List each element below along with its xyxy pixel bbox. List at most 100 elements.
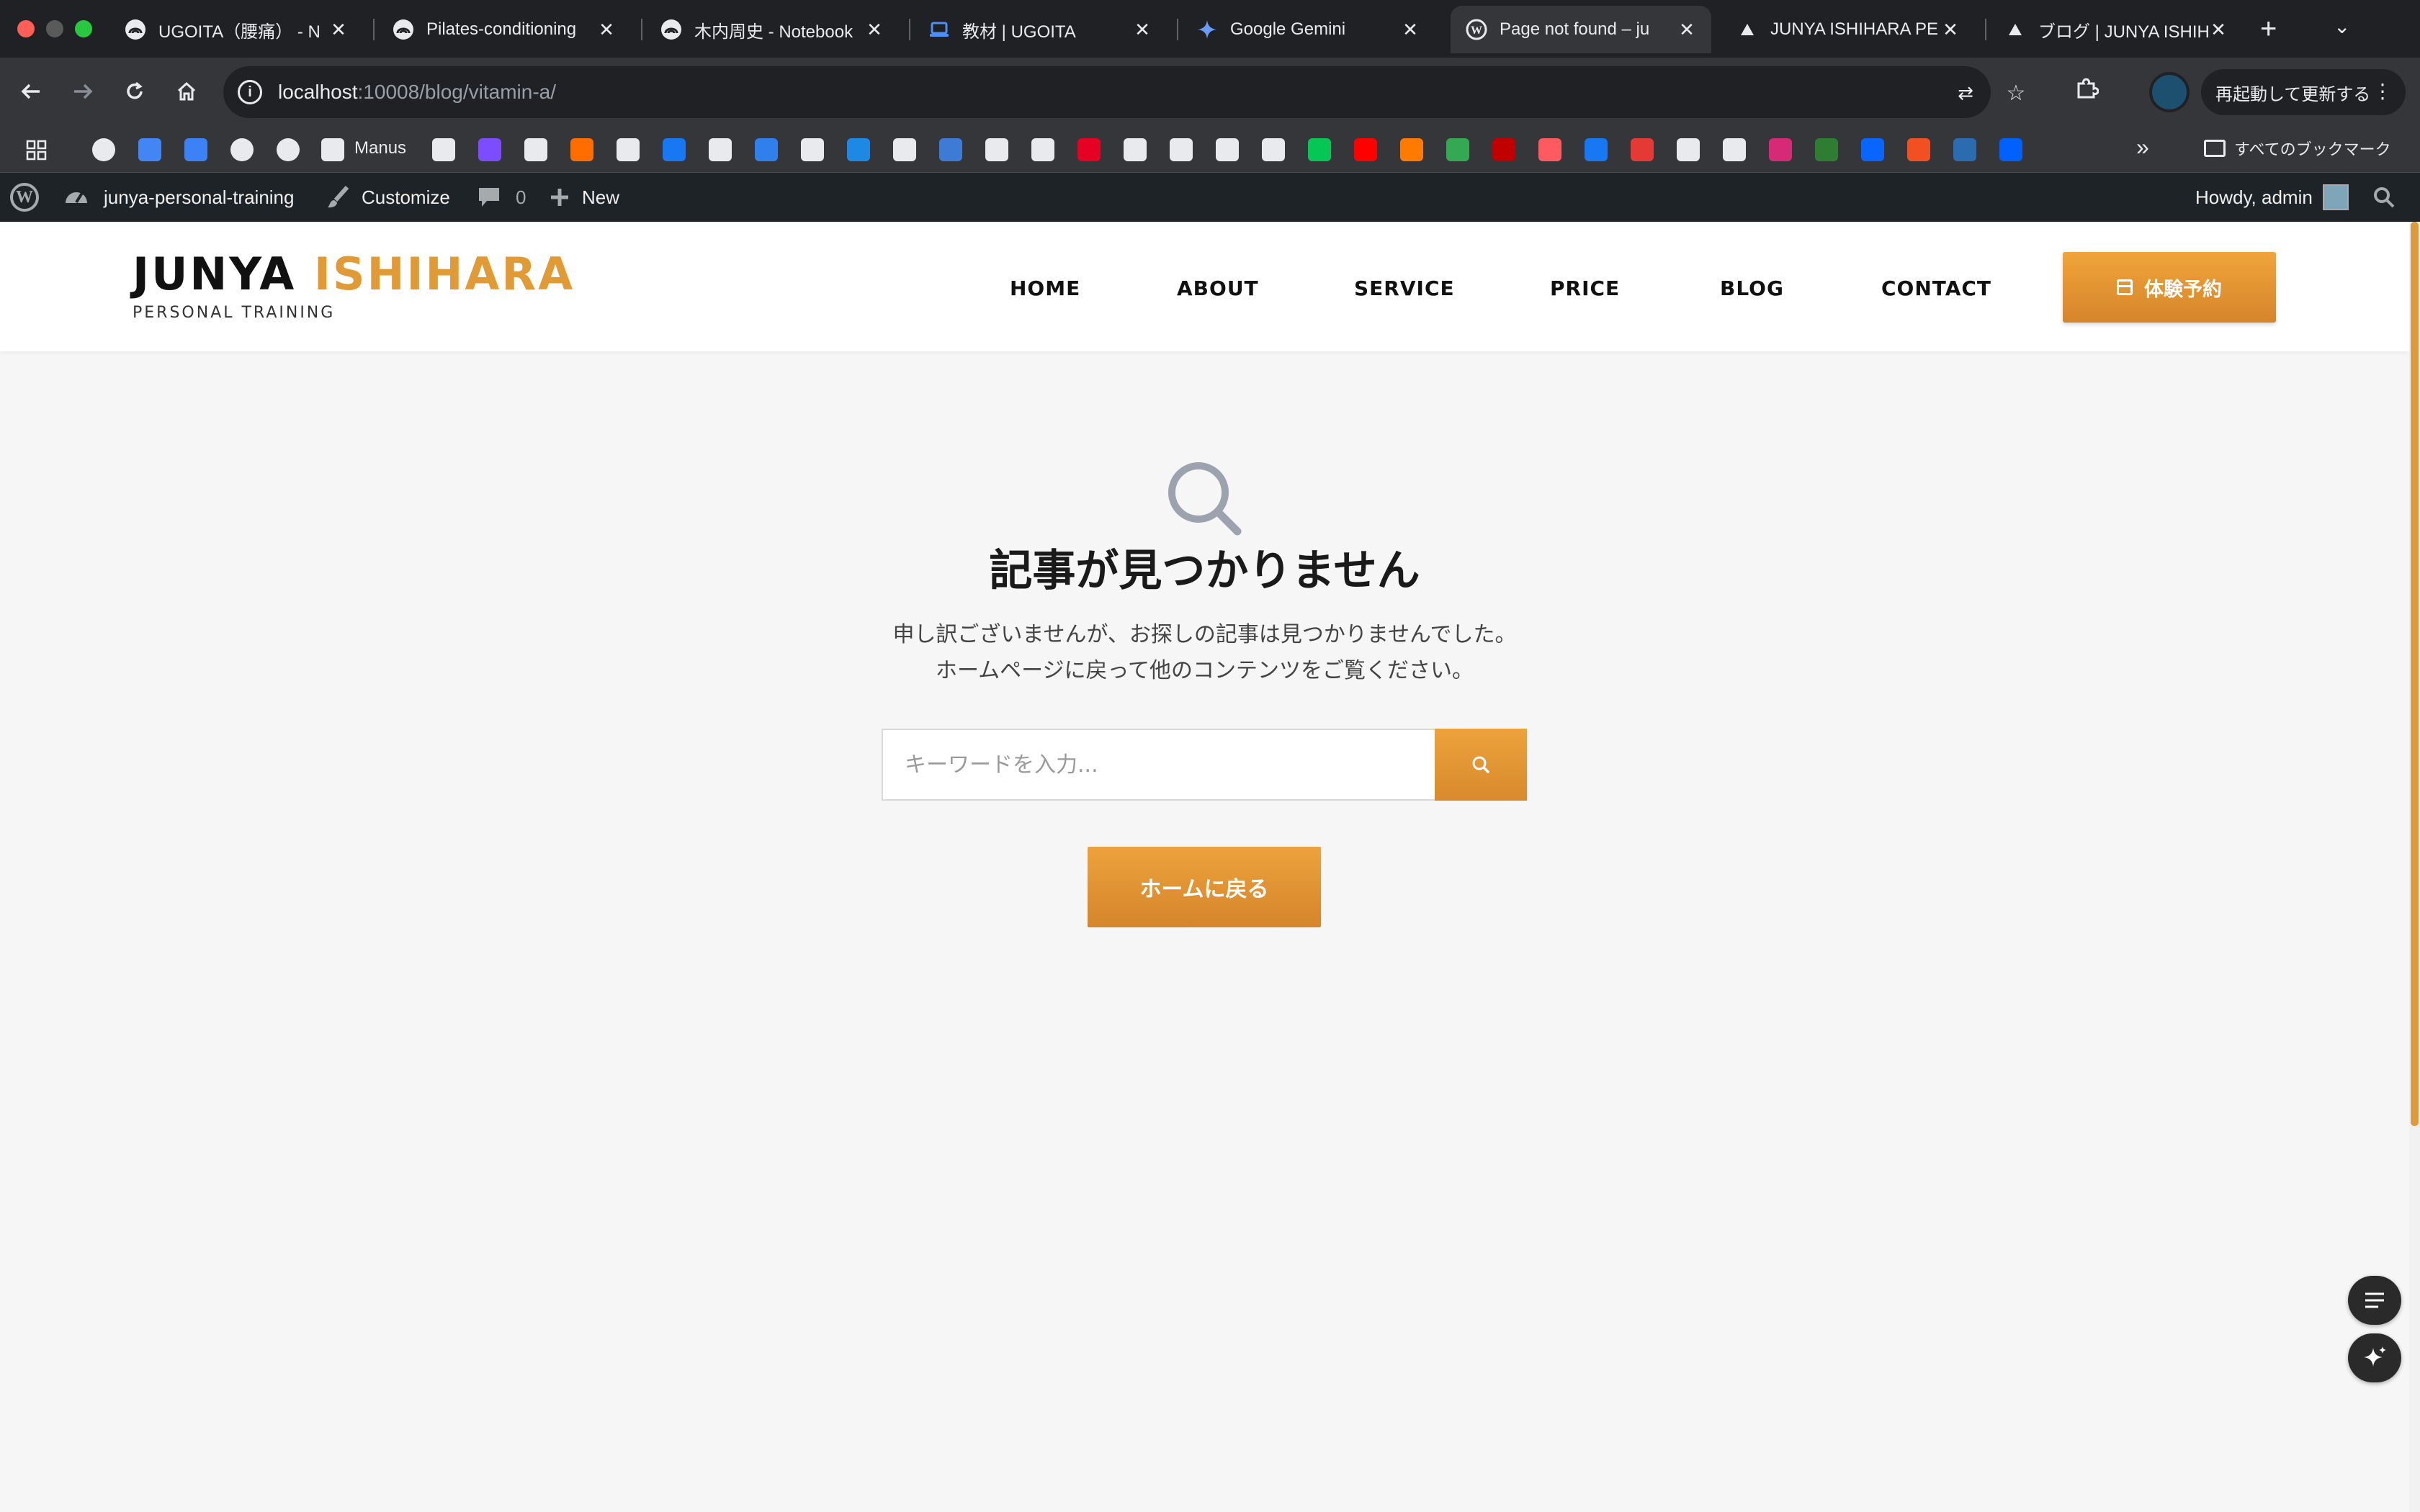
browser-tab[interactable]: UGOITA（腰痛） - N ✕ (109, 6, 363, 53)
wp-logo-menu[interactable]: W (10, 173, 39, 222)
bookmark-favicon-icon[interactable] (1538, 138, 1561, 161)
close-tab-icon[interactable]: ✕ (1677, 19, 1697, 41)
bookmark-favicon-icon[interactable] (847, 138, 870, 161)
browser-menu-icon[interactable]: ⋮ (2372, 79, 2393, 103)
bookmark-favicon-icon[interactable] (277, 138, 300, 161)
bookmark-favicon-icon[interactable] (478, 138, 501, 161)
browser-tab-active[interactable]: W Page not found – ju ✕ (1451, 6, 1711, 53)
relaunch-update-button[interactable]: 再起動して更新する ⋮ (2201, 69, 2406, 115)
bookmark-favicon-icon[interactable] (1953, 138, 1976, 161)
bookmark-favicon-icon[interactable] (801, 138, 824, 161)
bookmark-favicon-icon[interactable] (1262, 138, 1285, 161)
bookmark-favicon-icon[interactable] (1170, 138, 1193, 161)
bookmark-favicon-icon[interactable] (1400, 138, 1423, 161)
close-tab-icon[interactable]: ✕ (864, 19, 884, 41)
search-input[interactable] (882, 729, 1435, 801)
bookmark-favicon-icon[interactable] (985, 138, 1008, 161)
bookmark-favicon-icon[interactable] (432, 138, 455, 161)
browser-tab[interactable]: ブログ | JUNYA ISHIH ✕ (1989, 6, 2243, 53)
all-bookmarks-button[interactable]: すべてのブックマーク (2204, 137, 2391, 160)
site-info-icon[interactable]: i (238, 80, 262, 104)
address-bar[interactable]: i localhost:10008/blog/vitamin-a/ ⇄ ☆ (223, 66, 2025, 118)
bookmark-favicon-icon[interactable] (230, 138, 254, 161)
bookmark-favicon-icon[interactable] (1631, 138, 1654, 161)
close-tab-icon[interactable]: ✕ (328, 19, 349, 41)
close-tab-icon[interactable]: ✕ (1940, 19, 1960, 41)
bookmark-favicon-icon[interactable] (1907, 138, 1930, 161)
nav-price[interactable]: PRICE (1550, 276, 1620, 300)
bookmark-manus-label[interactable]: Manus (354, 138, 406, 158)
bookmark-favicon-icon[interactable] (1861, 138, 1884, 161)
browser-tab[interactable]: 教材 | UGOITA ✕ (913, 6, 1167, 53)
close-tab-icon[interactable]: ✕ (1400, 19, 1420, 41)
nav-home[interactable]: HOME (1010, 276, 1080, 300)
more-bookmarks-chevron-icon[interactable]: » (2136, 134, 2149, 161)
bookmark-favicon-icon[interactable] (138, 138, 161, 161)
back-to-home-button[interactable]: ホームに戻る (1088, 847, 1321, 927)
bookmark-favicon-icon[interactable] (1815, 138, 1838, 161)
admin-bar-search[interactable] (2372, 173, 2396, 222)
admin-bar-new[interactable]: New (549, 173, 619, 222)
bookmark-favicon-icon[interactable] (1723, 138, 1746, 161)
browser-tab[interactable]: 木内周史 - Notebook ✕ (645, 6, 899, 53)
bookmark-favicon-icon[interactable] (1354, 138, 1377, 161)
bookmark-favicon-icon[interactable] (1124, 138, 1147, 161)
bookmark-favicon-icon[interactable] (570, 138, 593, 161)
browser-tab[interactable]: Google Gemini ✕ (1181, 6, 1435, 53)
new-tab-button[interactable]: + (2260, 13, 2277, 45)
bookmark-favicon-icon[interactable] (663, 138, 686, 161)
apps-grid-icon[interactable] (26, 140, 48, 161)
bookmark-favicon-icon[interactable] (709, 138, 732, 161)
browser-tab[interactable]: Pilates-conditioning ✕ (377, 6, 631, 53)
site-logo[interactable]: JUNYA ISHIHARA PERSONAL TRAINING (133, 249, 575, 323)
tab-search-chevron-icon[interactable]: ⌄ (2334, 14, 2350, 38)
bookmark-favicon-icon[interactable] (1769, 138, 1792, 161)
bookmark-favicon-icon[interactable] (92, 138, 115, 161)
bookmark-favicon-icon[interactable] (524, 138, 547, 161)
bookmark-favicon-icon[interactable] (1077, 138, 1101, 161)
translate-icon[interactable]: ⇄ (1953, 81, 1978, 105)
bookmark-favicon-icon[interactable] (1216, 138, 1239, 161)
admin-bar-site-name[interactable]: junya-personal-training (62, 173, 294, 222)
admin-bar-my-account[interactable]: Howdy, admin (2195, 173, 2349, 222)
reload-button[interactable] (117, 73, 153, 109)
bookmark-favicon-icon[interactable] (1031, 138, 1054, 161)
nav-about[interactable]: ABOUT (1177, 276, 1259, 300)
extensions-puzzle-icon[interactable] (2074, 76, 2099, 101)
bookmark-star-icon[interactable]: ☆ (2004, 81, 2028, 105)
close-tab-icon[interactable]: ✕ (596, 19, 617, 41)
close-tab-icon[interactable]: ✕ (1132, 19, 1152, 41)
scrollbar-thumb[interactable] (2411, 222, 2419, 1126)
bookmark-favicon-icon[interactable] (1446, 138, 1469, 161)
ai-assistant-float-button[interactable] (2348, 1333, 2401, 1382)
minimize-window-button[interactable] (46, 20, 63, 37)
nav-contact[interactable]: CONTACT (1881, 276, 1991, 300)
nav-blog[interactable]: BLOG (1720, 276, 1784, 300)
bookmark-favicon-icon[interactable] (617, 138, 640, 161)
trial-booking-button[interactable]: 体験予約 (2063, 252, 2276, 323)
bookmark-favicon-icon[interactable] (1492, 138, 1515, 161)
reading-list-float-button[interactable] (2348, 1276, 2401, 1325)
bookmark-favicon-icon[interactable] (893, 138, 916, 161)
url-text[interactable]: localhost:10008/blog/vitamin-a/ (278, 81, 556, 104)
home-button[interactable] (169, 73, 205, 109)
bookmark-favicon-icon[interactable] (321, 138, 344, 161)
bookmark-favicon-icon[interactable] (184, 138, 207, 161)
bookmark-favicon-icon[interactable] (1308, 138, 1331, 161)
admin-bar-comments[interactable]: 0 (477, 173, 526, 222)
forward-button[interactable] (65, 73, 101, 109)
maximize-window-button[interactable] (75, 20, 92, 37)
bookmark-favicon-icon[interactable] (755, 138, 778, 161)
close-tab-icon[interactable]: ✕ (2208, 19, 2228, 41)
browser-tab[interactable]: JUNYA ISHIHARA PE ✕ (1721, 6, 1975, 53)
back-button[interactable] (13, 73, 49, 109)
close-window-button[interactable] (17, 20, 35, 37)
profile-avatar[interactable] (2149, 72, 2190, 112)
bookmark-favicon-icon[interactable] (939, 138, 962, 161)
bookmark-favicon-icon[interactable] (1999, 138, 2022, 161)
search-submit-button[interactable] (1435, 729, 1527, 801)
admin-bar-customize[interactable]: Customize (326, 173, 450, 222)
bookmark-favicon-icon[interactable] (1677, 138, 1700, 161)
bookmark-favicon-icon[interactable] (1585, 138, 1608, 161)
nav-service[interactable]: SERVICE (1354, 276, 1455, 300)
